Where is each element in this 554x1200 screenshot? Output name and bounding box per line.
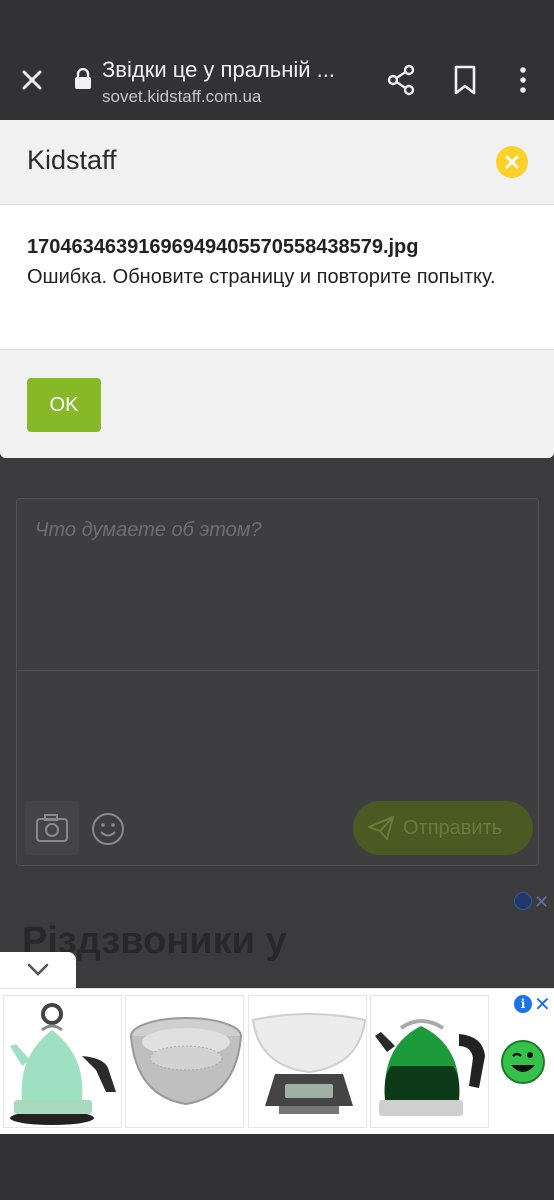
ad-info-icon[interactable]: i <box>514 995 532 1013</box>
smiley-icon[interactable] <box>91 812 125 846</box>
close-icon <box>505 155 519 169</box>
ad-info-icon-dim[interactable] <box>514 892 532 910</box>
teal-kettle-image <box>10 1003 116 1125</box>
send-button[interactable]: Отправить <box>353 801 533 855</box>
product-teal-kettle[interactable] <box>3 995 122 1128</box>
browser-toolbar: Звідки це у пральній ... sovet.kidstaff.… <box>0 0 554 120</box>
product-green-kettle[interactable] <box>370 995 489 1128</box>
error-message: Ошибка. Обновите страницу и повторите по… <box>27 266 496 288</box>
error-dialog: Kidstaff 1704634639169694940557055843857… <box>0 120 554 458</box>
ad-banner[interactable]: i ✕ <box>0 988 554 1134</box>
winking-smiley-icon <box>501 1040 545 1084</box>
ad-close-icon-dim[interactable]: ✕ <box>534 892 549 913</box>
kitchen-scale-image <box>251 1013 367 1114</box>
error-file-name: 17046346391696949405570558438579.jpg <box>27 236 419 258</box>
dialog-footer: OK <box>0 349 554 458</box>
bottom-bar <box>0 1134 554 1200</box>
comment-input[interactable]: Что думаете об этом? <box>17 499 538 671</box>
strainer-basket-image <box>130 1017 242 1106</box>
dialog-body: 17046346391696949405570558438579.jpg Оши… <box>27 232 527 292</box>
comment-form: Что думаете об этом? Отправить <box>16 498 539 866</box>
send-label: Отправить <box>403 816 503 839</box>
chevron-down-icon <box>27 963 49 976</box>
product-kitchen-scale[interactable] <box>248 995 367 1128</box>
share-icon[interactable] <box>386 64 416 96</box>
dialog-header: Kidstaff <box>0 120 554 205</box>
page-title[interactable]: Звідки це у пральній ... <box>102 57 362 83</box>
attach-photo-button[interactable] <box>25 801 79 855</box>
comment-placeholder: Что думаете об этом? <box>35 519 262 541</box>
camera-icon <box>36 814 68 842</box>
dialog-close-button[interactable] <box>496 146 528 178</box>
page-overlay: Что думаете об этом? Отправить ✕ Різдзво… <box>0 458 554 988</box>
ad-close-icon[interactable]: ✕ <box>534 992 551 1017</box>
ok-button[interactable]: OK <box>27 378 101 432</box>
lock-icon <box>75 68 91 89</box>
collapse-ad-button[interactable] <box>0 952 76 990</box>
dialog-site-name: Kidstaff <box>27 145 117 175</box>
send-icon <box>368 816 394 840</box>
page-url[interactable]: sovet.kidstaff.com.ua <box>102 87 261 107</box>
bookmark-icon[interactable] <box>452 64 478 96</box>
product-strainer-basket[interactable] <box>125 995 244 1128</box>
close-icon[interactable] <box>16 64 48 96</box>
green-kettle-image <box>375 1019 485 1116</box>
more-options-icon[interactable] <box>512 64 534 96</box>
